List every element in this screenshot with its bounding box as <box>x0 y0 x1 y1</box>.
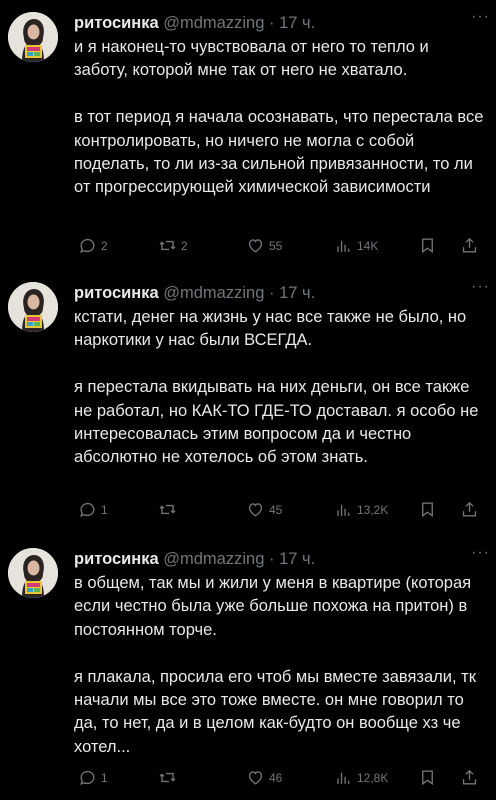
reply-icon <box>80 238 95 253</box>
display-name[interactable]: ритосинка <box>74 14 159 32</box>
tweet-paragraph: я перестала вкидывать на них деньги, он … <box>74 378 479 467</box>
avatar[interactable] <box>8 282 58 332</box>
timestamp[interactable]: 17 ч. <box>279 284 315 302</box>
like-button[interactable]: 46 <box>246 768 282 787</box>
share-icon <box>462 769 477 785</box>
views-icon <box>337 504 350 516</box>
tweet-text: в общем, так мы и жили у меня в квартире… <box>74 572 486 759</box>
avatar[interactable] <box>8 12 58 62</box>
retweet-icon <box>159 772 176 783</box>
tweet-paragraph: в общем, так мы и жили у меня в квартире… <box>74 574 472 639</box>
bookmark-button[interactable] <box>418 236 437 255</box>
views-button[interactable]: 12,8K <box>334 768 388 787</box>
tweet-actions: 2 2 55 14K <box>74 236 482 258</box>
retweet-icon <box>159 504 176 515</box>
bookmark-button[interactable] <box>418 500 437 519</box>
tweet-header: ритосинка @mdmazzing · 17 ч. <box>74 282 486 306</box>
reply-count: 2 <box>101 238 108 253</box>
share-icon <box>462 501 477 517</box>
reply-count: 1 <box>101 502 108 517</box>
tweet-text: кстати, денег на жизнь у нас все также н… <box>74 306 486 470</box>
tweet-header: ритосинка @mdmazzing · 17 ч. <box>74 12 486 36</box>
avatar-image <box>8 282 58 332</box>
views-icon <box>337 240 350 252</box>
view-count: 13,2K <box>357 502 389 517</box>
like-button[interactable]: 55 <box>246 236 282 255</box>
user-handle[interactable]: @mdmazzing <box>163 550 264 568</box>
user-handle[interactable]: @mdmazzing <box>163 284 264 302</box>
tweet-paragraph: в тот период я начала осознавать, что пе… <box>74 108 484 197</box>
share-icon <box>462 237 477 253</box>
more-options-icon[interactable]: ··· <box>471 278 490 296</box>
heart-icon <box>248 239 263 253</box>
heart-icon <box>248 503 263 517</box>
separator-dot: · <box>268 14 275 32</box>
views-button[interactable]: 13,2K <box>334 500 388 519</box>
tweet-actions: 1 45 13,2K <box>74 500 482 522</box>
views-button[interactable]: 14K <box>334 236 378 255</box>
avatar-image <box>8 548 58 598</box>
share-button[interactable] <box>460 236 479 255</box>
like-button[interactable]: 45 <box>246 500 282 519</box>
avatar-image <box>8 12 58 62</box>
like-count: 45 <box>269 502 283 517</box>
separator-dot: · <box>268 284 275 302</box>
share-button[interactable] <box>460 768 479 787</box>
display-name[interactable]: ритосинка <box>74 550 159 568</box>
reply-button[interactable]: 1 <box>78 500 108 519</box>
tweet-text: и я наконец-то чувствовала от него то те… <box>74 36 486 200</box>
tweet-actions: 1 46 12,8K <box>74 768 482 790</box>
tweet-feed: ритосинка @mdmazzing · 17 ч. ··· и я нак… <box>0 0 496 800</box>
separator-dot: · <box>268 550 275 568</box>
reply-count: 1 <box>101 770 108 785</box>
retweet-icon <box>159 240 176 251</box>
like-count: 55 <box>269 238 283 253</box>
retweet-button[interactable] <box>158 768 181 787</box>
view-count: 12,8K <box>357 770 389 785</box>
view-count: 14K <box>357 238 379 253</box>
bookmark-icon <box>422 770 433 786</box>
more-options-icon[interactable]: ··· <box>471 544 490 562</box>
share-button[interactable] <box>460 500 479 519</box>
retweet-button[interactable]: 2 <box>158 236 188 255</box>
display-name[interactable]: ритосинка <box>74 284 159 302</box>
like-count: 46 <box>269 770 283 785</box>
views-icon <box>337 772 350 784</box>
avatar[interactable] <box>8 548 58 598</box>
tweet-paragraph: и я наконец-то чувствовала от него то те… <box>74 38 429 80</box>
timestamp[interactable]: 17 ч. <box>279 14 315 32</box>
more-options-icon[interactable]: ··· <box>471 8 490 26</box>
reply-icon <box>80 502 95 517</box>
bookmark-icon <box>422 238 433 254</box>
timestamp[interactable]: 17 ч. <box>279 550 315 568</box>
bookmark-button[interactable] <box>418 768 437 787</box>
retweet-button[interactable] <box>158 500 181 519</box>
tweet-header: ритосинка @mdmazzing · 17 ч. <box>74 548 486 572</box>
tweet-paragraph: кстати, денег на жизнь у нас все также н… <box>74 308 467 350</box>
bookmark-icon <box>422 502 433 518</box>
reply-button[interactable]: 2 <box>78 236 108 255</box>
tweet-paragraph: я плакала, просила его чтоб мы вместе за… <box>74 667 476 756</box>
retweet-count: 2 <box>181 238 188 253</box>
reply-button[interactable]: 1 <box>78 768 108 787</box>
user-handle[interactable]: @mdmazzing <box>163 14 264 32</box>
reply-icon <box>80 770 95 785</box>
heart-icon <box>248 771 263 785</box>
